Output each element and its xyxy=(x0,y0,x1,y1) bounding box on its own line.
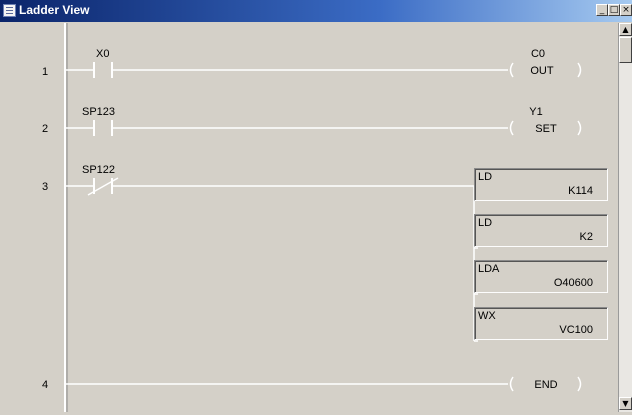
title-bar[interactable]: Ladder View _ □ × xyxy=(0,0,632,22)
ladder-view-icon xyxy=(3,4,16,17)
coil-instruction: SET xyxy=(535,123,557,135)
coil-instruction: OUT xyxy=(530,65,554,77)
rung-number: 4 xyxy=(42,379,48,391)
scroll-thumb[interactable] xyxy=(619,37,632,63)
ladder-canvas[interactable]: 1 2 3 4 X0 C0 OUT SP123 Y1 SET SP122 END… xyxy=(8,23,618,412)
instruction-box-wx[interactable]: WX VC100 xyxy=(474,307,608,340)
coil-set xyxy=(509,120,514,136)
ladder-view-window: Ladder View _ □ × 1 2 3 4 X0 C0 OUT SP12… xyxy=(0,0,632,415)
rung-3: SP122 xyxy=(65,164,478,342)
minimize-button[interactable]: _ xyxy=(596,4,608,16)
coil-instruction: END xyxy=(534,379,557,391)
box-op: LD xyxy=(478,217,493,229)
box-arg: VC100 xyxy=(559,324,593,336)
box-op: WX xyxy=(478,310,496,322)
restore-button[interactable]: □ xyxy=(608,4,620,16)
instruction-box-ld-k2[interactable]: LD K2 xyxy=(474,214,608,247)
rung-2: SP123 Y1 SET xyxy=(65,106,582,136)
box-op: LDA xyxy=(478,263,500,275)
scroll-down-button[interactable]: ▼ xyxy=(619,397,632,410)
contact-label: X0 xyxy=(96,48,109,60)
contact-label: SP122 xyxy=(82,164,115,176)
coil-out xyxy=(509,62,514,78)
box-arg: O40600 xyxy=(553,277,593,289)
rung-number: 1 xyxy=(42,66,48,78)
coil-address: Y1 xyxy=(529,106,542,118)
close-button[interactable]: × xyxy=(620,4,632,16)
box-op: LD xyxy=(478,171,493,183)
rung-4: END xyxy=(65,376,582,392)
window-title: Ladder View xyxy=(19,3,90,17)
box-arg: K2 xyxy=(579,231,593,243)
coil-end xyxy=(509,376,514,392)
rung-number: 2 xyxy=(42,123,48,135)
instruction-box-ld-k114[interactable]: LD K114 xyxy=(474,168,608,201)
rung-1: X0 C0 OUT xyxy=(65,48,582,78)
box-arg: K114 xyxy=(568,185,593,197)
coil-address: C0 xyxy=(531,48,545,60)
vertical-scrollbar[interactable]: ▲ ▼ xyxy=(618,23,632,412)
rung-number: 3 xyxy=(42,181,48,193)
contact-label: SP123 xyxy=(82,106,115,118)
instruction-box-lda[interactable]: LDA O40600 xyxy=(474,260,608,293)
scroll-up-button[interactable]: ▲ xyxy=(619,23,632,36)
